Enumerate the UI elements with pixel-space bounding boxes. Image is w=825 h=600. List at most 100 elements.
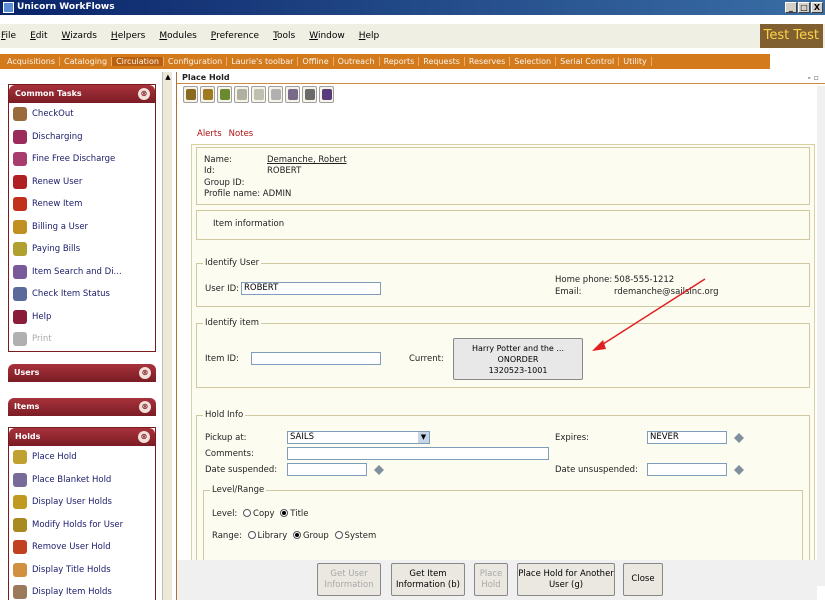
holds-task-item[interactable]: Remove User Hold — [9, 536, 155, 559]
menu-edit[interactable]: Edit — [30, 31, 47, 41]
holds-task-item[interactable]: Display Title Holds — [9, 559, 155, 582]
close-button[interactable]: Close — [623, 563, 663, 596]
module-selection[interactable]: Selection — [510, 57, 557, 66]
common-task-item[interactable]: Discharging — [9, 126, 155, 149]
level-title-radio[interactable] — [280, 509, 289, 517]
get-user-information-button[interactable]: Get User Information — [317, 563, 381, 596]
module-outreach[interactable]: Outreach — [334, 57, 380, 66]
date-suspended-input[interactable] — [287, 463, 367, 476]
pickup-at-select[interactable]: SAILS ▼ — [287, 431, 430, 444]
expires-label: Expires: — [555, 433, 589, 443]
user-name-link[interactable]: Demanche, Robert — [267, 155, 347, 165]
module-lauries-toolbar[interactable]: Laurie's toolbar — [227, 57, 299, 66]
module-utility[interactable]: Utility — [619, 57, 652, 66]
maximize-button[interactable]: □ — [798, 2, 810, 13]
toolbar-button[interactable] — [234, 86, 249, 103]
toolbar-button[interactable] — [268, 86, 283, 103]
menu-modules[interactable]: Modules — [159, 31, 196, 41]
users-header[interactable]: Users ⊗ — [8, 364, 156, 382]
close-window-button[interactable]: X — [811, 2, 823, 13]
common-task-item[interactable]: Paying Bills — [9, 238, 155, 261]
common-task-item[interactable]: Print — [9, 328, 155, 351]
module-circulation[interactable]: Circulation — [112, 57, 164, 66]
task-panel-scrollbar[interactable]: ▲ — [162, 72, 172, 600]
expires-input[interactable]: NEVER — [647, 431, 727, 444]
minimize-button[interactable]: _ — [785, 2, 797, 13]
menu-help[interactable]: Help — [359, 31, 380, 41]
chevron-down-icon[interactable]: ▼ — [418, 432, 429, 443]
item-id-input[interactable] — [251, 352, 381, 365]
common-task-item[interactable]: Item Search and Di... — [9, 261, 155, 284]
common-task-item[interactable]: Fine Free Discharge — [9, 148, 155, 171]
holds-task-label: Display User Holds — [32, 497, 112, 508]
common-task-item[interactable]: CheckOut — [9, 103, 155, 126]
range-system-radio[interactable] — [334, 531, 343, 539]
module-requests[interactable]: Requests — [419, 57, 465, 66]
identify-user-box: Identify User User ID: ROBERT Home phone… — [196, 258, 810, 307]
menu-wizards[interactable]: Wizards — [62, 31, 97, 41]
level-title-label: Title — [290, 509, 309, 519]
level-copy-radio[interactable] — [243, 509, 252, 517]
common-tasks-title: Common Tasks — [15, 89, 82, 98]
collapse-icon[interactable]: ⊗ — [138, 431, 150, 443]
menu-helpers[interactable]: Helpers — [111, 31, 145, 41]
menu-tools[interactable]: Tools — [273, 31, 295, 41]
alert-tabs: Alerts Notes — [197, 129, 253, 139]
items-header[interactable]: Items ⊗ — [8, 398, 156, 416]
range-library-radio[interactable] — [247, 531, 256, 539]
date-unsuspended-calendar-icon[interactable] — [734, 465, 744, 475]
toolbar-button[interactable] — [217, 86, 232, 103]
module-cataloging[interactable]: Cataloging — [60, 57, 113, 66]
current-item-button[interactable]: Harry Potter and the ... ONORDER 1320523… — [453, 338, 583, 380]
holds-task-item[interactable]: Display Item Holds — [9, 581, 155, 600]
comments-input[interactable] — [287, 447, 549, 460]
item-status-icon — [13, 287, 27, 302]
toolbar-button[interactable] — [183, 86, 198, 103]
scroll-up-icon[interactable]: ▲ — [163, 72, 173, 82]
module-configuration[interactable]: Configuration — [164, 57, 228, 66]
home-phone-label: Home phone: — [555, 275, 613, 285]
toolbar-button[interactable] — [319, 86, 334, 103]
common-tasks-header[interactable]: Common Tasks ⊗ — [9, 85, 155, 103]
common-task-item[interactable]: Billing a User — [9, 216, 155, 239]
get-item-information-button[interactable]: Get Item Information (b) — [391, 563, 465, 596]
common-task-item[interactable]: Check Item Status — [9, 283, 155, 306]
holds-task-item[interactable]: Place Blanket Hold — [9, 469, 155, 492]
common-task-item[interactable]: Renew User — [9, 171, 155, 194]
module-offline[interactable]: Offline — [298, 57, 334, 66]
place-hold-for-another-user-button[interactable]: Place Hold for Another User (g) — [517, 563, 615, 596]
toolbar-button[interactable] — [285, 86, 300, 103]
menu-file[interactable]: File — [1, 31, 16, 41]
range-group-radio[interactable] — [292, 531, 301, 539]
main-scrollbar[interactable] — [817, 86, 825, 586]
expand-icon[interactable]: ⊗ — [139, 401, 151, 413]
date-suspended-calendar-icon[interactable] — [374, 465, 384, 475]
hold-info-box: Hold Info Pickup at: SAILS ▼ Expires: NE… — [196, 410, 810, 565]
expires-calendar-icon[interactable] — [734, 433, 744, 443]
window-controls[interactable]: - ▫ — [807, 72, 819, 84]
date-unsuspended-input[interactable] — [647, 463, 727, 476]
expand-icon[interactable]: ⊗ — [139, 367, 151, 379]
collapse-icon[interactable]: ⊗ — [138, 88, 150, 100]
tab-notes[interactable]: Notes — [229, 129, 254, 139]
menu-preference[interactable]: Preference — [211, 31, 259, 41]
toolbar-button[interactable] — [302, 86, 317, 103]
holds-task-item[interactable]: Place Hold — [9, 446, 155, 469]
holds-header[interactable]: Holds ⊗ — [9, 428, 155, 446]
holds-task-label: Place Blanket Hold — [32, 474, 112, 485]
module-serial-control[interactable]: Serial Control — [556, 57, 620, 66]
holds-task-item[interactable]: Display User Holds — [9, 491, 155, 514]
menu-window[interactable]: Window — [309, 31, 345, 41]
tab-alerts[interactable]: Alerts — [197, 129, 222, 139]
module-reports[interactable]: Reports — [380, 57, 420, 66]
place-hold-button[interactable]: Place Hold — [474, 563, 508, 596]
common-task-item[interactable]: Help — [9, 306, 155, 329]
toolbar-button[interactable] — [200, 86, 215, 103]
help-icon — [13, 309, 27, 324]
toolbar-button[interactable] — [251, 86, 266, 103]
common-task-item[interactable]: Renew Item — [9, 193, 155, 216]
module-acquisitions[interactable]: Acquisitions — [3, 57, 60, 66]
module-reserves[interactable]: Reserves — [465, 57, 511, 66]
user-id-input[interactable]: ROBERT — [241, 282, 381, 295]
holds-task-item[interactable]: Modify Holds for User — [9, 514, 155, 537]
